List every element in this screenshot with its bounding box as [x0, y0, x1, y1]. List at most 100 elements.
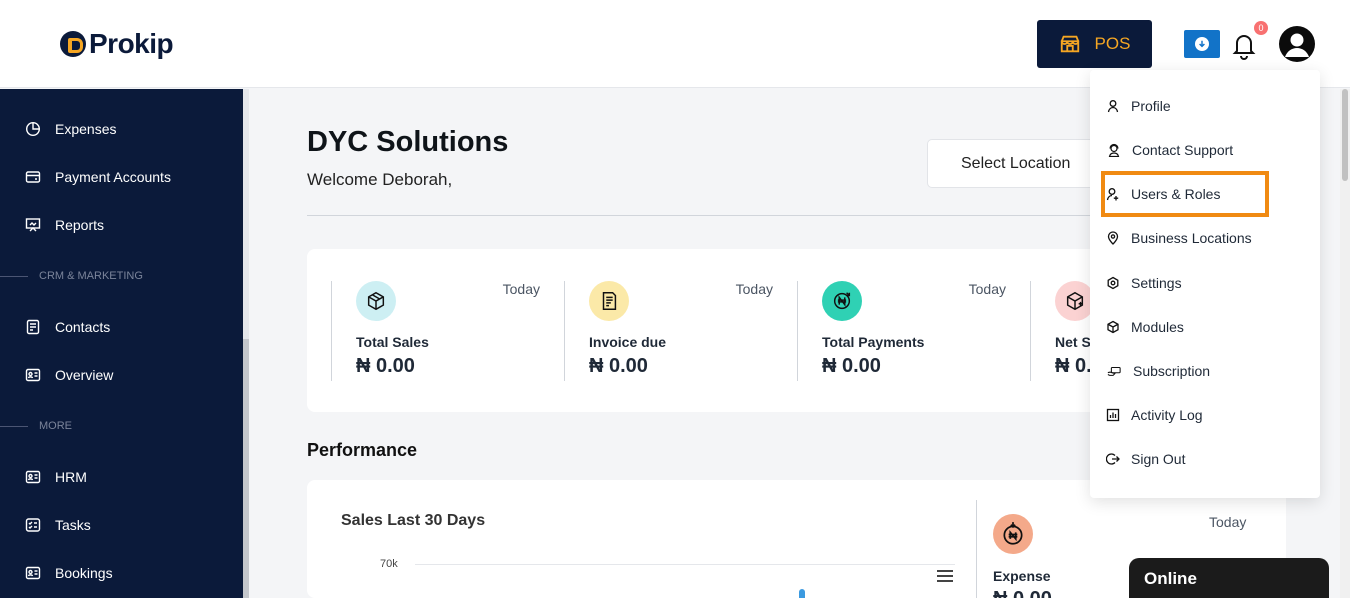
- section-label-crm: CRM & MARKETING: [0, 268, 243, 284]
- sidebar-item-hrm[interactable]: HRM: [0, 457, 243, 497]
- stat-total-payments: Today Total Payments ₦ 0.00: [797, 281, 1030, 381]
- notification-badge: 0: [1254, 21, 1268, 35]
- location-select-label: Select Location: [961, 154, 1071, 172]
- gear-icon: [1106, 276, 1120, 290]
- stat-total-sales: Today Total Sales ₦ 0.00: [331, 281, 564, 381]
- chart-y-tick: 70k: [380, 558, 398, 570]
- menu-item-contact-support[interactable]: Contact Support: [1106, 139, 1233, 161]
- page-scrollbar[interactable]: [1340, 89, 1350, 598]
- sign-out-icon: [1106, 452, 1120, 466]
- sidebar-item-tasks[interactable]: Tasks: [0, 505, 243, 545]
- bell-icon[interactable]: [1231, 30, 1257, 60]
- sidebar-item-payment-accounts[interactable]: Payment Accounts: [0, 157, 243, 197]
- menu-item-label: Contact Support: [1132, 142, 1234, 158]
- expense-period: Today: [1209, 514, 1247, 530]
- menu-item-profile[interactable]: Profile: [1106, 95, 1171, 117]
- store-icon: [1060, 35, 1079, 53]
- stat-label: Total Payments: [822, 334, 925, 350]
- sidebar-item-label: Bookings: [55, 565, 113, 581]
- menu-item-label: Profile: [1131, 98, 1171, 114]
- sidebar-item-bookings[interactable]: Bookings: [0, 553, 243, 593]
- sidebar-item-label: Payment Accounts: [55, 169, 171, 185]
- stat-label: Total Sales: [356, 334, 429, 350]
- user-icon: [1106, 99, 1120, 113]
- sidebar-item-overview[interactable]: Overview: [0, 355, 243, 395]
- stat-value: ₦ 0.00: [356, 355, 415, 377]
- chart-title: Sales Last 30 Days: [341, 512, 486, 529]
- chat-online-widget[interactable]: Online: [1129, 558, 1329, 598]
- chart-gridline: [415, 564, 955, 565]
- menu-item-settings[interactable]: Settings: [1106, 272, 1182, 294]
- id-card-icon: [25, 469, 41, 485]
- stat-label: Invoice due: [589, 334, 667, 350]
- box-plus-icon: [1055, 281, 1095, 321]
- menu-item-label: Sign Out: [1131, 451, 1186, 467]
- id-card-icon: [25, 565, 41, 581]
- menu-item-business-locations[interactable]: Business Locations: [1106, 227, 1252, 249]
- menu-item-label: Settings: [1131, 275, 1182, 291]
- id-card-icon: [25, 367, 41, 383]
- stat-value: ₦ 0.00: [822, 355, 881, 377]
- cube-icon: [1106, 320, 1120, 334]
- menu-item-label: Modules: [1131, 319, 1184, 335]
- location-pin-icon: [1106, 231, 1120, 245]
- section-divider: [0, 275, 28, 277]
- logo-mark-icon: [60, 31, 86, 57]
- bar-chart-icon: [1106, 408, 1120, 422]
- pie-chart-icon: [25, 121, 41, 137]
- user-avatar[interactable]: [1279, 26, 1315, 62]
- sidebar-item-label: Reports: [55, 217, 105, 233]
- stat-period: Today: [968, 281, 1006, 297]
- download-button[interactable]: [1184, 30, 1220, 58]
- menu-item-activity-log[interactable]: Activity Log: [1106, 404, 1203, 426]
- sidebar: Expenses Payment Accounts Reports CRM & …: [0, 89, 243, 598]
- section-label-text: MORE: [39, 420, 72, 432]
- sidebar-item-label: Overview: [55, 367, 114, 383]
- menu-item-label: Business Locations: [1131, 230, 1252, 246]
- section-label-text: CRM & MARKETING: [39, 270, 143, 282]
- hamburger-menu-icon[interactable]: [936, 569, 954, 583]
- card-divider: [976, 500, 977, 598]
- stat-value: ₦ 0.00: [589, 355, 648, 377]
- header-divider: [307, 215, 1107, 216]
- contacts-icon: [25, 319, 41, 335]
- wallet-icon: [25, 169, 41, 185]
- download-icon: [1195, 37, 1209, 51]
- section-label-more: MORE: [0, 418, 243, 434]
- page-scroll-thumb[interactable]: [1342, 89, 1348, 181]
- box-icon: [356, 281, 396, 321]
- menu-item-subscription[interactable]: Subscription: [1106, 360, 1210, 382]
- sidebar-item-reports[interactable]: Reports: [0, 205, 243, 245]
- sidebar-scrollbar[interactable]: [243, 89, 249, 598]
- support-agent-icon: [1106, 142, 1122, 158]
- user-menu-dropdown: Profile Contact Support Users & Roles Bu…: [1090, 70, 1320, 498]
- menu-item-sign-out[interactable]: Sign Out: [1106, 448, 1185, 470]
- sidebar-scroll-thumb[interactable]: [243, 339, 249, 598]
- sidebar-item-contacts[interactable]: Contacts: [0, 307, 243, 347]
- prokip-logo[interactable]: Prokip: [60, 28, 174, 60]
- pos-button[interactable]: POS: [1037, 20, 1152, 68]
- sidebar-item-expenses[interactable]: Expenses: [0, 109, 243, 149]
- pos-label: POS: [1094, 34, 1131, 53]
- sidebar-item-label: HRM: [55, 469, 87, 485]
- highlight-box: [1101, 171, 1269, 217]
- sidebar-item-label: Expenses: [55, 121, 117, 137]
- stat-label: Net S: [1055, 334, 1091, 350]
- company-name: DYC Solutions: [307, 126, 509, 158]
- naira-coin-icon: [822, 281, 862, 321]
- location-select[interactable]: Select Location: [927, 139, 1107, 188]
- stat-invoice-due: Today Invoice due ₦ 0.00: [564, 281, 797, 381]
- performance-title: Performance: [307, 440, 418, 460]
- chart-data-point: [799, 589, 805, 598]
- expense-label: Expense: [993, 568, 1051, 584]
- stat-value: ₦ 0.: [1055, 355, 1092, 377]
- stat-period: Today: [502, 281, 540, 297]
- menu-item-modules[interactable]: Modules: [1106, 316, 1184, 338]
- menu-item-label: Subscription: [1133, 363, 1211, 379]
- welcome-text: Welcome Deborah,: [307, 170, 453, 189]
- sidebar-item-label: Contacts: [55, 319, 111, 335]
- section-divider: [0, 425, 28, 427]
- checklist-icon: [25, 517, 41, 533]
- presentation-icon: [25, 217, 41, 233]
- logo-text: Prokip: [89, 28, 174, 59]
